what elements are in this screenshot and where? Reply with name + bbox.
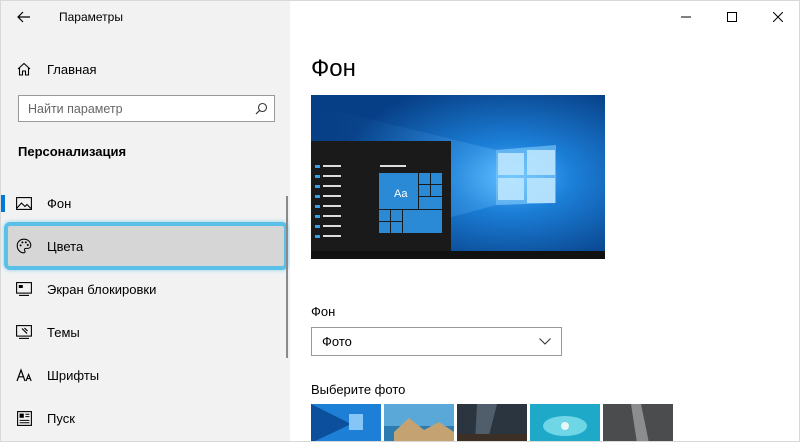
sidebar-item-label: Шрифты xyxy=(47,367,100,383)
photo-thumbnail[interactable] xyxy=(603,404,673,441)
minimize-icon xyxy=(681,16,691,18)
search-icon[interactable] xyxy=(248,102,274,115)
close-button[interactable] xyxy=(755,1,799,33)
maximize-button[interactable] xyxy=(709,1,755,33)
sidebar-item-label: Фон xyxy=(47,195,72,211)
main-content: Фон Aa Фон Фото Выберите фото xyxy=(290,1,799,441)
sidebar-item-themes[interactable]: Темы xyxy=(1,312,285,352)
photo-thumbnail[interactable] xyxy=(457,404,527,441)
sidebar-item-fonts[interactable]: Шрифты xyxy=(1,355,285,395)
minimize-button[interactable] xyxy=(663,1,709,33)
photo-thumbnail[interactable] xyxy=(311,404,381,441)
sidebar-item-colors[interactable]: Цвета xyxy=(1,226,285,266)
close-icon xyxy=(773,12,783,22)
themes-icon xyxy=(1,325,47,339)
palette-icon xyxy=(1,238,47,254)
start-icon xyxy=(1,410,47,426)
lock-screen-icon xyxy=(1,282,47,296)
background-type-value: Фото xyxy=(322,334,352,349)
sidebar-item-lock-screen[interactable]: Экран блокировки xyxy=(1,269,285,309)
background-preview: Aa xyxy=(311,95,605,259)
sidebar: Параметры Главная Персонализация xyxy=(1,1,290,441)
home-nav-item[interactable]: Главная xyxy=(1,55,290,83)
chevron-down-icon xyxy=(539,338,551,345)
title-bar: Параметры xyxy=(1,1,290,33)
preview-tile-text: Aa xyxy=(394,188,408,200)
choose-photo-label: Выберите фото xyxy=(311,382,406,397)
search-input[interactable] xyxy=(19,101,248,116)
fonts-icon xyxy=(1,368,47,382)
photo-thumbnail[interactable] xyxy=(384,404,454,441)
photo-thumbnails xyxy=(311,404,673,441)
search-box[interactable] xyxy=(18,95,275,122)
home-label: Главная xyxy=(47,61,97,77)
background-type-select[interactable]: Фото xyxy=(311,327,562,356)
image-icon xyxy=(1,196,47,210)
sidebar-item-background[interactable]: Фон xyxy=(1,183,285,223)
photo-thumbnail[interactable] xyxy=(530,404,600,441)
sidebar-item-label: Экран блокировки xyxy=(47,281,157,297)
page-title: Фон xyxy=(311,55,356,82)
sidebar-item-start[interactable]: Пуск xyxy=(1,398,285,438)
home-icon xyxy=(1,61,47,77)
section-title: Персонализация xyxy=(18,144,127,159)
settings-window: Параметры Главная Персонализация xyxy=(0,0,800,442)
sidebar-item-label: Темы xyxy=(47,324,80,340)
window-controls xyxy=(663,1,799,33)
sidebar-scrollbar[interactable] xyxy=(286,196,288,358)
sidebar-item-label: Пуск xyxy=(47,410,75,426)
back-arrow-icon xyxy=(17,11,30,23)
maximize-icon xyxy=(727,12,737,22)
window-title: Параметры xyxy=(59,10,123,24)
back-button[interactable] xyxy=(1,1,47,33)
background-label: Фон xyxy=(311,304,336,319)
sidebar-item-label: Цвета xyxy=(47,238,84,254)
